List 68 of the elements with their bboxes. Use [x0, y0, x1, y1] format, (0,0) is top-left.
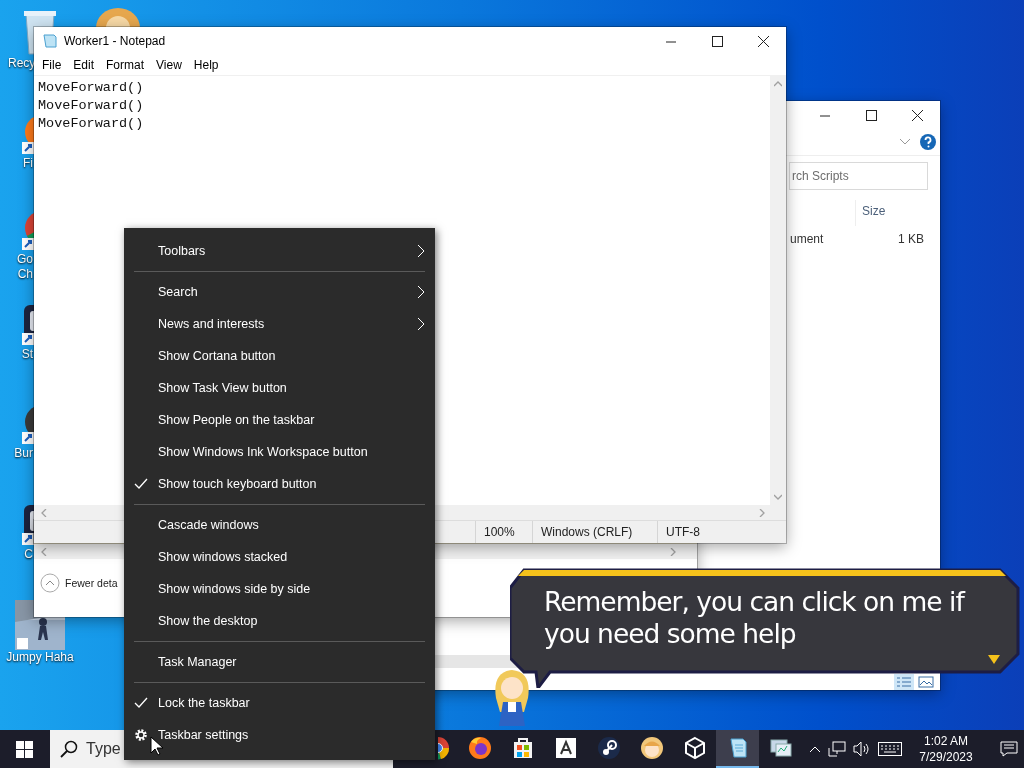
- maximize-icon: [865, 109, 877, 121]
- close-icon: [911, 109, 923, 121]
- settings-icon: [134, 728, 148, 742]
- menu-item[interactable]: Taskbar settings: [124, 719, 435, 751]
- thumbnail-view-icon[interactable]: [918, 674, 934, 690]
- network-icon[interactable]: [828, 741, 846, 757]
- chevron-up-icon[interactable]: [809, 745, 821, 753]
- fewer-details-link[interactable]: Fewer deta: [65, 577, 118, 589]
- menu-item[interactable]: Help: [187, 58, 225, 72]
- icon-label: Ch: [17, 267, 33, 282]
- table-cell: 1 KB: [898, 232, 924, 246]
- help-icon[interactable]: [920, 134, 936, 150]
- menu-item[interactable]: Search: [124, 276, 435, 308]
- volume-icon[interactable]: [853, 741, 871, 757]
- menu-item[interactable]: News and interests: [124, 308, 435, 340]
- windows-logo-icon: [15, 740, 33, 758]
- menu-item[interactable]: Show the desktop: [124, 605, 435, 637]
- menu-item[interactable]: Show windows stacked: [124, 541, 435, 573]
- menu-item[interactable]: Show Windows Ink Workspace button: [124, 436, 435, 468]
- search-field[interactable]: rch Scripts: [789, 162, 928, 190]
- character-icon: [639, 736, 664, 760]
- menu-item[interactable]: Cascade windows: [124, 509, 435, 541]
- status-text: Windows (CRLF): [532, 521, 657, 543]
- chevron-right-icon: [417, 244, 425, 258]
- monitor-icon: [768, 736, 793, 760]
- code-line: MoveForward(): [38, 97, 145, 115]
- menu-item[interactable]: Task Manager: [124, 646, 435, 678]
- code-line: MoveForward(): [38, 115, 145, 133]
- menu-item[interactable]: Show windows side by side: [124, 573, 435, 605]
- menu-item[interactable]: Show touch keyboard button: [124, 468, 435, 500]
- status-text: 100%: [475, 521, 532, 543]
- icon-label: Fi: [23, 156, 33, 171]
- icon-label: Jumpy Haha: [6, 650, 74, 665]
- icon-label: Recy: [8, 56, 36, 71]
- column-header[interactable]: Size: [855, 200, 932, 226]
- icon-label: St: [21, 347, 33, 362]
- notification-icon[interactable]: [1000, 741, 1018, 757]
- menu-item[interactable]: Show Cortana button: [124, 340, 435, 372]
- menu-item[interactable]: View: [150, 58, 188, 72]
- chevron-right-icon: [417, 317, 425, 331]
- icon-label: Bur: [14, 446, 33, 461]
- search-icon: [60, 740, 78, 758]
- menu-item[interactable]: Show People on the taskbar: [124, 404, 435, 436]
- assistant-message: Remember, you can click on me if you need some help: [544, 586, 966, 650]
- code-line: MoveForward(): [38, 79, 145, 97]
- close-icon: [757, 35, 769, 47]
- taskbar-app-button[interactable]: [716, 730, 759, 768]
- status-text: UTF-8: [657, 521, 770, 543]
- chevron-down-icon[interactable]: [900, 139, 910, 145]
- menu-item[interactable]: Lock the taskbar: [124, 687, 435, 719]
- firefox-icon: [467, 736, 492, 760]
- icon-label: C: [24, 547, 33, 562]
- clock[interactable]: 1:02 AM 7/29/2023: [909, 733, 983, 765]
- keyboard-icon[interactable]: [878, 742, 902, 756]
- menu-item[interactable]: Format: [100, 58, 151, 72]
- menu-item[interactable]: Toolbars: [124, 235, 435, 267]
- document-icon: [553, 736, 578, 760]
- icon-label: Go: [17, 252, 33, 267]
- maximize-icon: [711, 35, 723, 47]
- window-title: Worker1 - Notepad: [64, 34, 167, 48]
- menu-item[interactable]: File: [36, 58, 68, 72]
- table-cell: ument: [790, 232, 824, 246]
- chrome-icon: [438, 736, 450, 760]
- menu-item[interactable]: Show Task View button: [124, 372, 435, 404]
- steam-icon: [596, 736, 621, 760]
- notepad-icon: [42, 33, 58, 49]
- menu-item[interactable]: Edit: [67, 58, 101, 72]
- chevron-right-icon: [417, 285, 425, 299]
